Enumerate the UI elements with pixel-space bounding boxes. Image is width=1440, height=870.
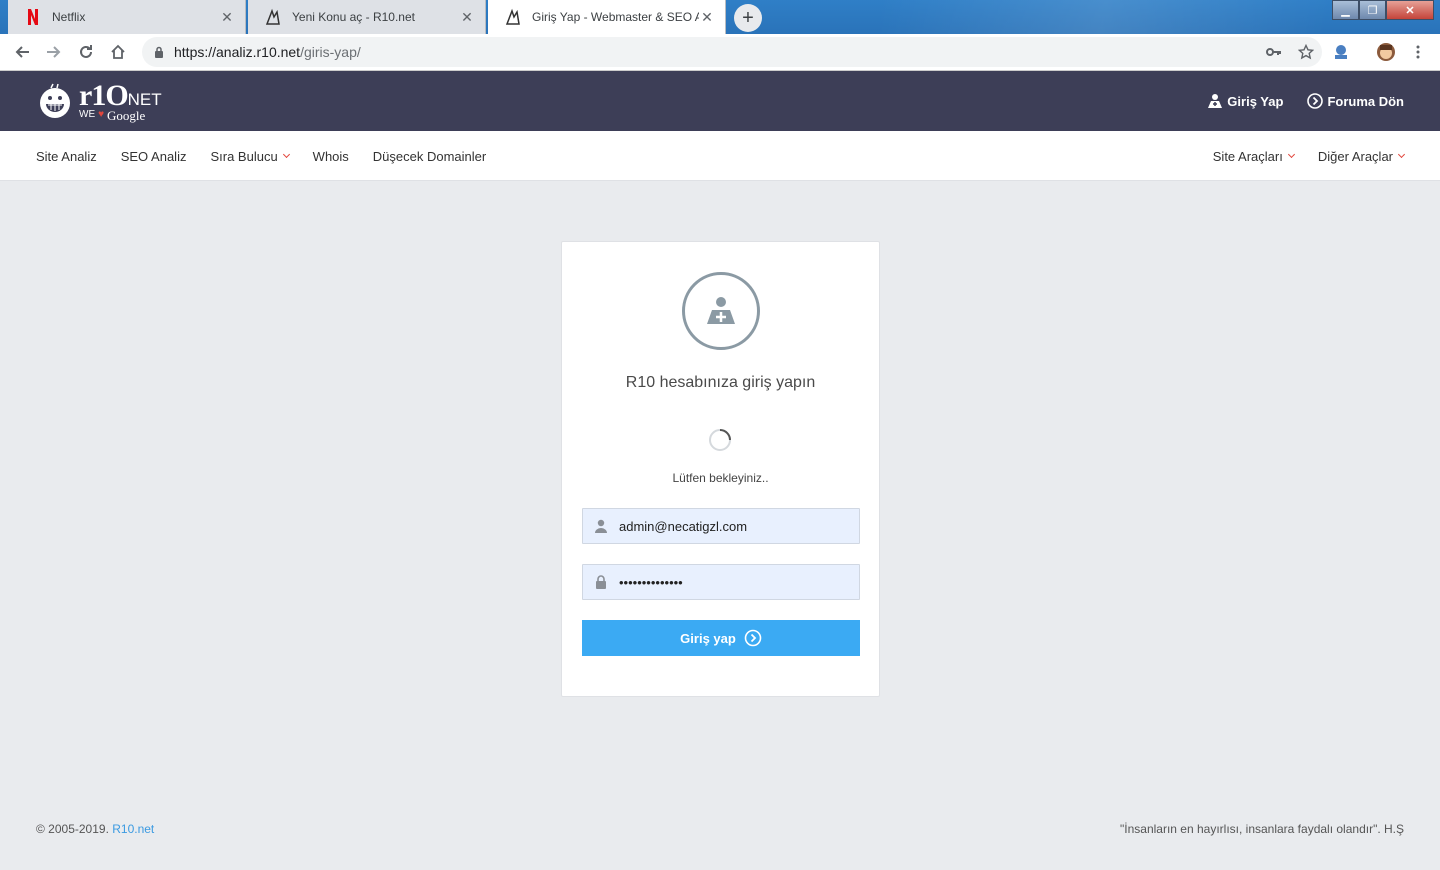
browser-tab-netflix[interactable]: Netflix ✕ [8,0,246,34]
menu-dots-icon[interactable] [1406,40,1430,64]
loading-spinner-icon [709,429,731,451]
minimize-button[interactable]: ▁ [1332,0,1359,20]
tab-title: Yeni Konu aç - R10.net [292,10,415,24]
nav-dusecek-domainler[interactable]: Düşecek Domainler [373,149,486,164]
key-icon[interactable] [1258,47,1290,57]
close-tab-icon[interactable]: ✕ [699,9,715,25]
login-avatar [682,272,760,350]
footer-quote: "İnsanların en hayırlısı, insanlara fayd… [1120,822,1404,836]
window-controls: ▁ ❐ ✕ [1332,0,1434,20]
forward-arrow-icon [47,46,61,58]
nav-seo-analiz[interactable]: SEO Analiz [121,149,187,164]
close-window-button[interactable]: ✕ [1386,0,1434,20]
header-forum-label: Foruma Dön [1327,93,1404,109]
user-icon [1208,94,1223,108]
nav-site-araclari[interactable]: Site Araçları [1212,148,1295,164]
back-button[interactable] [6,36,38,68]
tab-title: Netflix [52,10,86,24]
reload-button[interactable] [70,36,102,68]
password-input[interactable] [619,574,849,590]
nav-label: Sıra Bulucu [210,148,278,164]
login-title: R10 hesabınıza giriş yapın [625,374,816,391]
brand-we: WE [79,109,96,120]
extension-icon[interactable] [1329,40,1353,64]
brand-main: r1O [79,78,129,112]
nav-label: Düşecek Domainler [372,148,487,164]
profile-avatar[interactable] [1374,40,1398,64]
browser-tab-giris-yap[interactable]: Giriş Yap - Webmaster & SEO Ar ✕ [488,0,726,34]
tools-nav: Site Analiz SEO Analiz Sıra Bulucu Whois… [0,131,1440,181]
lock-icon [583,575,619,589]
login-button-label: Giriş yap [680,630,736,646]
close-tab-icon[interactable]: ✕ [219,9,235,25]
brand-google: Google [107,107,146,123]
lock-icon [154,46,164,58]
login-card: R10 hesabınıza giriş yapın Lütfen bekley… [561,241,880,697]
r10-icon [504,8,522,26]
mascot-logo-icon [40,83,70,118]
home-icon [111,44,125,59]
email-field[interactable] [582,508,860,544]
site-header: r1ONET WE ♥ Google Giriş Yap Foruma Dön [0,71,1440,131]
browser-tab-strip: Netflix ✕ Yeni Konu aç - R10.net ✕ Giriş… [0,0,1440,34]
nav-label: Whois [312,148,349,164]
heart-icon: ♥ [98,109,105,120]
nav-sira-bulucu[interactable]: Sıra Bulucu [210,148,290,164]
tab-title: Giriş Yap - Webmaster & SEO Ar [532,10,699,24]
header-forum-link[interactable]: Foruma Dön [1307,93,1404,109]
chevron-down-icon [282,150,290,159]
chevron-down-icon [1287,150,1295,159]
browser-tab-yeni-konu[interactable]: Yeni Konu aç - R10.net ✕ [248,0,486,34]
new-tab-button[interactable]: + [734,4,762,32]
reload-icon [80,45,92,58]
url-host: https://analiz.r10.net [174,44,301,60]
star-icon[interactable] [1290,44,1322,60]
chevron-down-icon [1397,150,1406,159]
forward-button[interactable] [38,36,70,68]
nav-whois[interactable]: Whois [313,149,349,164]
maximize-button[interactable]: ❐ [1359,0,1386,20]
url-path: /giris-yap/ [300,44,361,60]
browser-toolbar: https://analiz.r10.net/giris-yap/ [0,34,1440,71]
netflix-icon [24,8,42,26]
wait-message: Lütfen bekleyiniz.. [672,471,769,485]
user-add-icon [707,297,735,324]
nav-site-analiz[interactable]: Site Analiz [36,149,97,164]
user-icon [583,519,619,533]
nav-label: Site Araçları [1212,148,1283,164]
header-login-link[interactable]: Giriş Yap [1207,93,1283,109]
home-button[interactable] [102,36,134,68]
brand-suffix: NET [127,89,162,109]
brand-text: r1ONET WE ♥ Google [79,78,162,123]
email-input[interactable] [619,518,849,534]
login-button[interactable]: Giriş yap [582,620,860,656]
password-field[interactable] [582,564,860,600]
footer-site-link[interactable]: R10.net [112,822,154,836]
back-arrow-icon [15,46,29,58]
address-bar[interactable]: https://analiz.r10.net/giris-yap/ [142,37,1322,67]
site-logo[interactable]: r1ONET WE ♥ Google [37,79,162,123]
r10-icon [264,8,282,26]
nav-label: Site Analiz [36,148,97,164]
header-login-label: Giriş Yap [1227,93,1284,109]
nav-diger-araclar[interactable]: Diğer Araçlar [1317,148,1406,164]
arrow-circle-icon [744,629,762,647]
arrow-circle-icon [1307,93,1324,109]
nav-label: Diğer Araçlar [1317,148,1393,164]
nav-label: SEO Analiz [120,148,187,164]
footer-copyright: © 2005-2019. R10.net [36,822,154,836]
copyright-text: © 2005-2019. [36,822,113,836]
close-tab-icon[interactable]: ✕ [459,9,475,25]
